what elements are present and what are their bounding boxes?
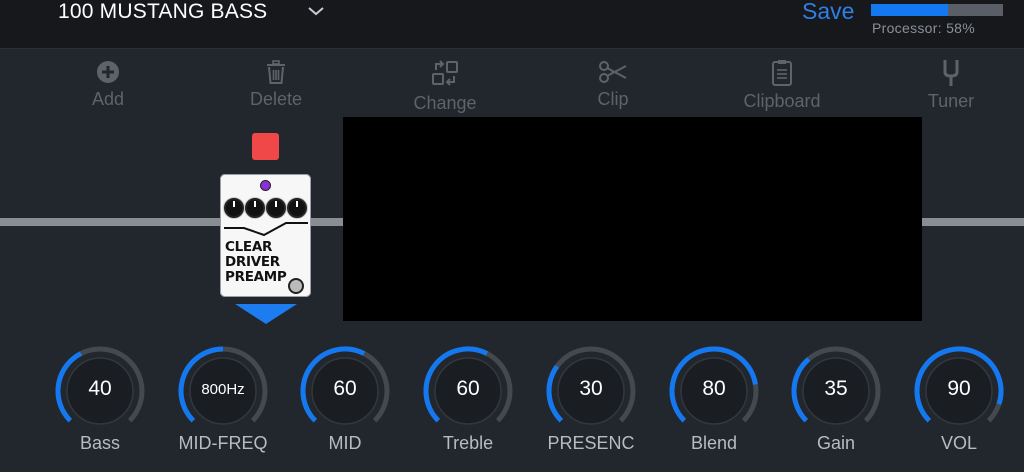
toolbar: Add Delete Change Clip Clipboard Tuner: [0, 49, 1024, 115]
signal-line-mid: [309, 218, 345, 226]
top-bar: 100 MUSTANG BASS Save Processor: 58%: [0, 0, 1024, 49]
swap-icon: [432, 60, 458, 86]
knob-label: Gain: [816, 433, 856, 453]
pedal-name-line2: DRIVER: [225, 254, 280, 270]
save-button[interactable]: Save: [802, 0, 854, 25]
selected-pedal-arrow-icon: [235, 304, 297, 324]
effect-display[interactable]: [343, 117, 922, 321]
knob-value: 800Hz: [201, 381, 245, 398]
knob-vol[interactable]: 90 VOL: [912, 344, 1006, 454]
change-label: Change: [413, 93, 477, 113]
processor-meter: [871, 4, 1003, 16]
knob-value: 90: [947, 377, 971, 400]
signal-line-input: [0, 218, 222, 226]
pedal-on-indicator[interactable]: [252, 133, 279, 160]
knob-gain[interactable]: 35 Gain: [789, 344, 883, 454]
pedal-jack: [288, 278, 304, 294]
clip-label: Clip: [597, 89, 629, 109]
knob-value: 30: [579, 377, 603, 400]
pedal-name-line1: CLEAR: [225, 239, 273, 255]
tuner-label: Tuner: [927, 91, 975, 111]
add-icon: [97, 61, 119, 83]
clip-button[interactable]: Clip: [553, 59, 673, 110]
delete-label: Delete: [249, 89, 303, 109]
pedal-knob-4: [287, 198, 307, 218]
scissors-icon: [599, 61, 627, 83]
knob-mid[interactable]: 60 MID: [298, 344, 392, 454]
knob-label: MID-FREQ: [178, 433, 268, 453]
knob-value: 35: [824, 377, 848, 400]
effect-pedal[interactable]: CLEAR DRIVER PREAMP: [220, 174, 311, 297]
signal-line-output: [920, 218, 1024, 226]
processor-label: Processor: 58%: [872, 20, 976, 36]
pedal-graphic-line: [224, 222, 308, 237]
pedal-knob-1: [224, 198, 244, 218]
pedal-name: CLEAR DRIVER PREAMP: [225, 240, 287, 285]
pedal-led: [260, 180, 271, 191]
knob-label: Treble: [442, 433, 494, 453]
clipboard-label: Clipboard: [743, 91, 821, 111]
pedal-knob-3: [266, 198, 286, 218]
knob-blend[interactable]: 80 Blend: [667, 344, 761, 454]
delete-button[interactable]: Delete: [216, 59, 336, 110]
knob-value: 60: [333, 377, 357, 400]
knob-presence[interactable]: 30 PRESENC: [544, 344, 638, 454]
processor-meter-fill: [871, 4, 948, 16]
trash-icon: [267, 60, 285, 84]
tuning-fork-icon: [943, 60, 959, 86]
knob-value: 80: [702, 377, 726, 400]
knob-label: MID: [328, 433, 362, 453]
clipboard-button[interactable]: Clipboard: [722, 59, 842, 112]
pedal-name-line3: PREAMP: [225, 269, 287, 285]
pedal-knob-2: [245, 198, 265, 218]
knob-bass[interactable]: 40 Bass: [53, 344, 147, 454]
change-button[interactable]: Change: [385, 59, 505, 114]
clipboard-icon: [772, 60, 792, 86]
knob-label: PRESENC: [547, 433, 635, 453]
chevron-down-icon[interactable]: [306, 2, 326, 20]
knob-label: Blend: [690, 433, 738, 453]
knob-treble[interactable]: 60 Treble: [421, 344, 515, 454]
knob-label: Bass: [79, 433, 121, 453]
knob-label: VOL: [940, 433, 978, 453]
tuner-button[interactable]: Tuner: [891, 59, 1011, 112]
knob-value: 40: [88, 377, 112, 400]
add-label: Add: [91, 89, 125, 109]
preset-name[interactable]: 100 MUSTANG BASS: [58, 0, 267, 24]
add-button[interactable]: Add: [48, 59, 168, 110]
knob-mid-freq[interactable]: 800Hz MID-FREQ: [176, 344, 270, 454]
knob-value: 60: [456, 377, 480, 400]
